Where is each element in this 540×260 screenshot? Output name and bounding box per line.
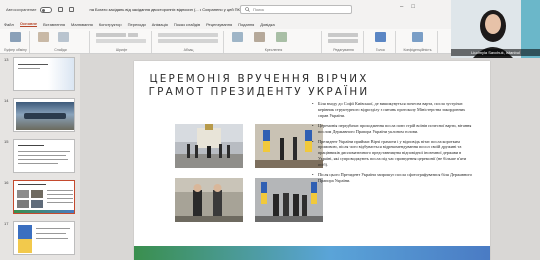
slide-bottom-banner xyxy=(134,246,490,260)
group-editing: Редагування xyxy=(324,31,364,53)
thumbnail xyxy=(13,221,75,255)
find-button[interactable] xyxy=(328,33,358,37)
slide-number: 13 xyxy=(4,57,9,62)
group-slides-label: Слайди xyxy=(54,48,67,52)
bullet-1: Біля входу до Софії Київської, де вишику… xyxy=(312,101,476,119)
slide-title[interactable]: ЦЕРЕМОНІЯ ВРУЧЕННЯ ВІРЧИХ ГРАМОТ ПРЕЗИДЕ… xyxy=(134,73,384,99)
save-icon[interactable] xyxy=(57,7,63,12)
tab-home[interactable]: Основне xyxy=(19,21,38,27)
tab-slideshow[interactable]: Показ слайдів xyxy=(174,22,200,27)
paste-icon[interactable] xyxy=(10,32,21,42)
tab-file[interactable]: Файл xyxy=(4,22,14,27)
tab-design[interactable]: Конструктор xyxy=(99,22,122,27)
quick-styles-icon[interactable] xyxy=(276,32,287,42)
group-voice-label: Голос xyxy=(375,48,386,52)
group-font: Шрифт xyxy=(92,31,152,53)
tab-review[interactable]: Рецензування xyxy=(206,22,232,27)
sensitivity-icon[interactable] xyxy=(412,32,423,42)
font-name-box[interactable] xyxy=(96,33,126,37)
maximize-icon[interactable]: □ xyxy=(411,4,415,10)
photo-handshake[interactable] xyxy=(175,178,243,222)
photo-handshake-image xyxy=(175,178,243,222)
search-placeholder: Поиск xyxy=(253,7,265,12)
list-buttons[interactable] xyxy=(158,33,218,37)
undo-icon[interactable] xyxy=(68,7,74,12)
font-format-buttons[interactable] xyxy=(96,39,146,43)
group-drawing: Креслення xyxy=(226,31,322,53)
autosave-control[interactable]: Автосохранение xyxy=(6,6,52,13)
tab-transitions[interactable]: Переходи xyxy=(128,22,146,27)
arrange-icon[interactable] xyxy=(254,32,265,42)
group-clipboard-label: Буфер обміну xyxy=(4,48,27,52)
window-controls: – □ xyxy=(400,4,415,10)
group-paragraph-label: Абзац xyxy=(183,48,194,52)
slide-number: 14 xyxy=(4,98,9,103)
align-buttons[interactable] xyxy=(158,39,218,43)
current-slide[interactable]: ЦЕРЕМОНІЯ ВРУЧЕННЯ ВІРЧИХ ГРАМОТ ПРЕЗИДЕ… xyxy=(134,61,490,260)
minimize-icon[interactable]: – xyxy=(400,4,403,10)
font-size-box[interactable] xyxy=(128,33,138,37)
tab-draw[interactable]: Малювання xyxy=(71,22,93,27)
photo-honor-guard[interactable] xyxy=(175,124,243,168)
new-slide-icon[interactable] xyxy=(38,32,49,42)
tab-animations[interactable]: Анімація xyxy=(152,22,168,27)
group-sensitivity: Конфіденційність xyxy=(398,31,438,53)
group-clipboard: Буфер обміну xyxy=(2,31,30,53)
search-box[interactable]: Поиск xyxy=(240,5,352,14)
slide-body-text[interactable]: Біля входу до Софії Київської, де вишику… xyxy=(312,101,476,188)
search-icon xyxy=(245,7,250,12)
slide-title-line-2: ГРАМОТ ПРЕЗИДЕНТУ УКРАЇНИ xyxy=(148,86,370,98)
group-sensitivity-label: Конфіденційність xyxy=(403,48,432,52)
group-voice: Голос xyxy=(366,31,396,53)
tab-insert[interactable]: Вставлення xyxy=(43,22,65,27)
reuse-slides-icon[interactable] xyxy=(58,32,69,42)
tab-help[interactable]: Довідка xyxy=(260,22,274,27)
participant-name: Liudmyla Savchuk, Istanbul xyxy=(451,49,540,56)
thumbnail-active xyxy=(13,180,75,214)
shapes-icon[interactable] xyxy=(232,32,243,42)
group-font-label: Шрифт xyxy=(115,48,128,52)
microphone-icon[interactable] xyxy=(375,32,386,42)
slide-number: 17 xyxy=(4,221,9,226)
autosave-label: Автосохранение xyxy=(6,7,37,12)
thumbnail xyxy=(13,57,75,91)
slides-pane: 13 14 15 16 17 xyxy=(0,54,80,260)
replace-button[interactable] xyxy=(328,39,358,43)
bullet-4: Після цього Президент України запрошує п… xyxy=(312,172,476,184)
bullet-3: Президент України приймає Вірчі грамоти … xyxy=(312,139,476,169)
thumbnail xyxy=(13,98,75,132)
group-slides: Слайди xyxy=(32,31,90,53)
thumbnail xyxy=(13,139,75,173)
slide-number: 15 xyxy=(4,139,9,144)
group-paragraph: Абзац xyxy=(154,31,224,53)
group-editing-label: Редагування xyxy=(333,48,354,52)
group-drawing-label: Креслення xyxy=(264,48,283,52)
bullet-2: Церемонія передбачає проходження посла п… xyxy=(312,123,476,135)
document-title: на Богато засідань від засідання двостор… xyxy=(89,7,240,12)
tab-view[interactable]: Подання xyxy=(238,22,254,27)
autosave-toggle[interactable] xyxy=(39,6,52,13)
slide-number: 16 xyxy=(4,180,9,185)
photo-honor-guard-image xyxy=(175,124,243,168)
video-call-overlay[interactable]: Liudmyla Savchuk, Istanbul xyxy=(451,0,540,58)
slide-title-line-1: ЦЕРЕМОНІЯ ВРУЧЕННЯ ВІРЧИХ xyxy=(149,73,369,85)
